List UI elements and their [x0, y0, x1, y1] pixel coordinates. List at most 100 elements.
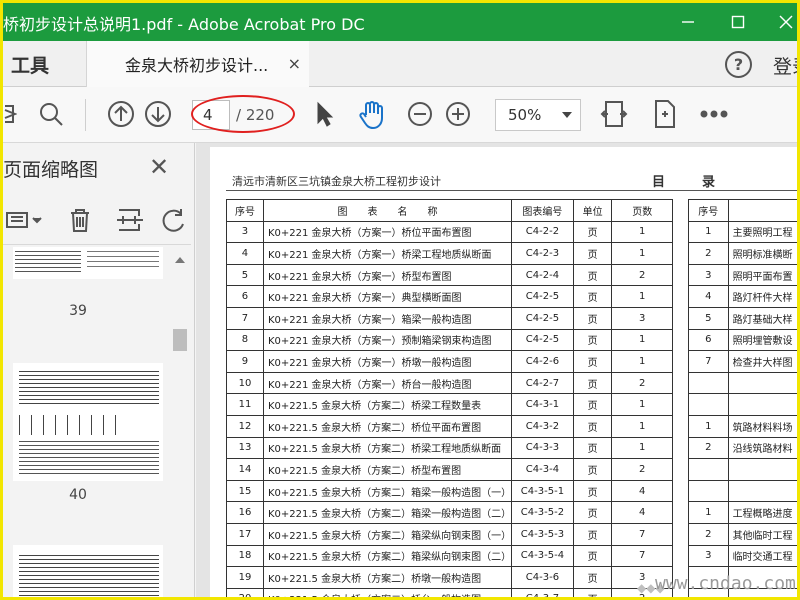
table-cell: K0+221.5 金泉大桥（方案二）箱梁纵向钢束图（一） [262, 522, 513, 546]
more-options-icon[interactable] [699, 98, 729, 130]
table-cell: K0+221 金泉大桥（方案一）桥位平面布置图 [262, 220, 513, 244]
header-project-title: 清远市清新区三坑镇金泉大桥工程初步设计 [232, 175, 441, 188]
table-row: 13 K0+221.5 金泉大桥（方案二）桥梁工程地质纵断面 C4-3-3 页 1 [226, 436, 673, 460]
close-panel-icon[interactable]: ✕ [149, 153, 169, 181]
table-row: 10 K0+221 金泉大桥（方案一）桥台一般构造图 C4-2-7 页 2 [226, 371, 673, 395]
table-cell: 3 [688, 263, 729, 287]
insert-page-icon[interactable] [115, 205, 145, 235]
scroll-up-icon[interactable] [175, 257, 185, 263]
page-number-label: 39 [69, 303, 87, 319]
table-cell: 4 [226, 242, 264, 265]
document-view[interactable]: 清远市清新区三坑镇金泉大桥工程初步设计 目 录 序号图 表 名 称图表编号 单位页… [196, 143, 797, 597]
thumbnail-toolbar [3, 199, 191, 245]
minimize-icon [682, 21, 694, 23]
table-cell: K0+221.5 金泉大桥（方案二）桥位平面布置图 [262, 414, 513, 438]
zoom-in-icon[interactable] [444, 98, 472, 130]
table-cell: K0+221.5 金泉大桥（方案二）箱梁一般构造图（二） [262, 501, 513, 524]
zoom-select[interactable]: 50% [495, 99, 581, 131]
page-thumbnail[interactable] [13, 247, 163, 279]
table-row: 3 K0+221 金泉大桥（方案一）桥位平面布置图 C4-2-2 页 1 [226, 220, 673, 244]
table-row: 6 照明埋管敷设 [688, 328, 797, 352]
table-header-cell: 序号 [688, 199, 729, 222]
table-row: 17 K0+221.5 金泉大桥（方案二）箱梁纵向钢束图（一） C4-3-5-3 页 7 [226, 522, 673, 546]
table-cell: K0+221.5 金泉大桥（方案二）箱梁一般构造图（一） [262, 479, 513, 503]
table-cell: K0+221 金泉大桥（方案一）桥台一般构造图 [262, 371, 513, 395]
table-cell: K0+221.5 金泉大桥（方案二）桥梁工程地质纵断面 [262, 436, 513, 460]
thumbnail-options-icon[interactable] [5, 205, 45, 235]
window-title: 桥初步设计总说明1.pdf - Adobe Acrobat Pro DC [3, 15, 365, 34]
table-cell: K0+221.5 金泉大桥（方案二）桥梁工程数量表 [262, 393, 513, 416]
table-cell: 14 [226, 458, 264, 481]
table-cell [727, 479, 797, 503]
table-cell: 2 [611, 263, 673, 287]
scrollbar-handle[interactable] [173, 329, 187, 351]
zoom-value: 50% [508, 106, 542, 124]
table-row: 2 沿线筑路材料 [688, 436, 797, 460]
select-cursor-icon[interactable] [311, 98, 337, 130]
table-header-cell [727, 199, 797, 222]
help-icon[interactable]: ? [725, 51, 752, 78]
table-row: 5 K0+221 金泉大桥（方案一）桥型布置图 C4-2-4 页 2 [226, 263, 673, 287]
table-cell: K0+221 金泉大桥（方案一）预制箱梁钢束构造图 [262, 328, 513, 352]
table-cell: 11 [226, 393, 264, 416]
print-icon[interactable] [3, 98, 17, 130]
table-row: 12 K0+221.5 金泉大桥（方案二）桥位平面布置图 C4-3-2 页 1 [226, 414, 673, 438]
table-cell [688, 479, 729, 503]
table-cell: 页 [572, 522, 613, 546]
tab-document[interactable]: 金泉大桥初步设计... × [87, 41, 309, 87]
table-cell: 7 [611, 544, 673, 568]
table-row: 18 K0+221.5 金泉大桥（方案二）箱梁纵向钢束图（二） C4-3-5-4 页 7 [226, 544, 673, 568]
table-cell: 2 [688, 242, 729, 265]
maximize-button[interactable] [715, 7, 761, 37]
table-row: 1 工程概略进度 [688, 501, 797, 524]
fit-page-icon[interactable] [599, 98, 629, 130]
login-button[interactable]: 登录 [773, 52, 797, 79]
close-tab-icon[interactable]: × [288, 54, 301, 73]
delete-page-icon[interactable] [65, 205, 95, 235]
drawing-index-table-2: 序号 1 主要照明工程 2 照明标准横断 3 照明平面布置 4 路灯杆件大样 5 路灯基础大样 6 照… [688, 199, 797, 597]
table-cell: 12 [226, 414, 264, 438]
table-cell: 1 [688, 220, 729, 244]
table-cell: C4-2-3 [511, 242, 574, 265]
table-cell: K0+221 金泉大桥（方案一）桥墩一般构造图 [262, 350, 513, 373]
thumbnail-scrollbar[interactable] [169, 251, 191, 597]
minimize-button[interactable] [665, 7, 711, 37]
table-cell: C4-2-5 [511, 285, 574, 308]
table-cell: 页 [572, 328, 613, 352]
zoom-out-icon[interactable] [406, 98, 434, 130]
watermark-text: www.cndao.com [655, 573, 796, 594]
rotate-page-icon[interactable] [159, 205, 189, 235]
table-cell: 1 [688, 414, 729, 438]
table-row [688, 371, 797, 395]
page-thumbnail[interactable] [13, 363, 163, 481]
tab-tools[interactable]: 工具 [3, 41, 87, 87]
table-cell: 20 [226, 587, 264, 597]
table-row: 1 主要照明工程 [688, 220, 797, 244]
table-row: 5 路灯基础大样 [688, 306, 797, 330]
table-row: 7 K0+221 金泉大桥（方案一）箱梁一般构造图 C4-2-5 页 3 [226, 306, 673, 330]
table-cell: C4-3-3 [511, 436, 574, 460]
table-cell: 路灯基础大样 [727, 306, 797, 330]
search-icon[interactable] [35, 98, 67, 130]
hand-tool-icon[interactable] [356, 98, 388, 130]
previous-page-icon[interactable] [106, 98, 136, 130]
page-thumbnail[interactable] [13, 545, 163, 597]
table-cell: C4-2-4 [511, 263, 574, 287]
table-cell: C4-2-2 [511, 220, 574, 244]
table-cell: C4-3-5-2 [511, 501, 574, 524]
maximize-icon [731, 15, 745, 29]
panel-title: 页面缩略图 [3, 159, 99, 181]
table-header-cell: 单位 [572, 199, 613, 222]
table-cell: 检查井大样图 [727, 350, 797, 373]
table-cell: K0+221.5 金泉大桥（方案二）箱梁纵向钢束图（二） [262, 544, 513, 568]
table-cell: 临时交通工程 [727, 544, 797, 568]
table-cell [688, 458, 729, 481]
table-cell: 2 [611, 371, 673, 395]
table-header-cell: 图表编号 [511, 199, 574, 222]
table-cell: 7 [688, 350, 729, 373]
table-row: 2 其他临时工程 [688, 522, 797, 546]
table-cell: 页 [572, 501, 613, 524]
close-window-button[interactable] [763, 7, 797, 37]
next-page-icon[interactable] [143, 98, 173, 130]
rotate-view-icon[interactable] [649, 98, 679, 130]
